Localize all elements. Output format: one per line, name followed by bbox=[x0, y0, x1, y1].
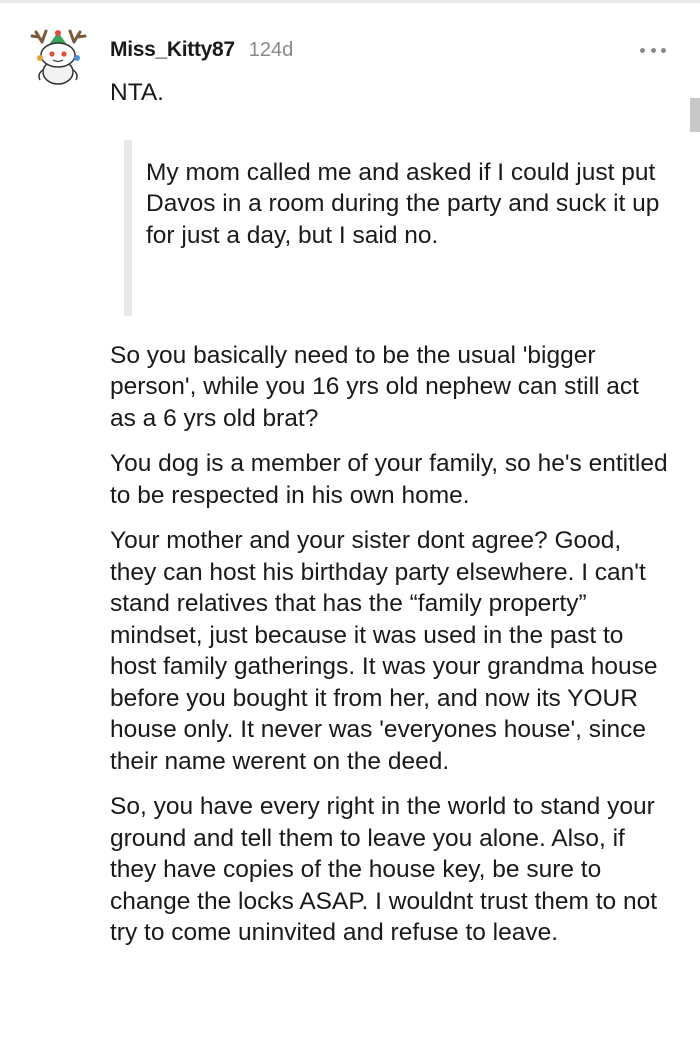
scrollbar-thumb[interactable] bbox=[690, 98, 700, 132]
more-options-icon bbox=[640, 47, 645, 53]
more-options-dot bbox=[650, 47, 656, 53]
user-avatar[interactable] bbox=[28, 28, 90, 86]
comment-paragraph: Your mother and your sister dont agree? … bbox=[110, 527, 658, 775]
blockquote: My mom called me and asked if I could ju… bbox=[110, 139, 670, 316]
quote-bar bbox=[124, 139, 132, 316]
comment-header: Miss_Kitty87 124d bbox=[110, 38, 293, 62]
username-link[interactable]: Miss_Kitty87 bbox=[110, 38, 235, 62]
more-options-dot bbox=[661, 47, 666, 53]
comment-age: 124d bbox=[248, 39, 294, 61]
comment-body: NTA. My mom called me and asked if I cou… bbox=[110, 77, 670, 949]
comment-paragraph: So, you have every right in the world to… bbox=[110, 793, 658, 946]
comment-paragraph: You dog is a member of your family, so h… bbox=[110, 450, 668, 509]
snoo-avatar-icon bbox=[30, 29, 87, 85]
comment-opening: NTA. bbox=[110, 79, 164, 106]
top-divider bbox=[0, 0, 700, 3]
comment-paragraph: So you basically need to be the usual 'b… bbox=[110, 341, 639, 432]
more-options-button[interactable] bbox=[636, 38, 670, 62]
quote-text: My mom called me and asked if I could ju… bbox=[146, 158, 660, 249]
